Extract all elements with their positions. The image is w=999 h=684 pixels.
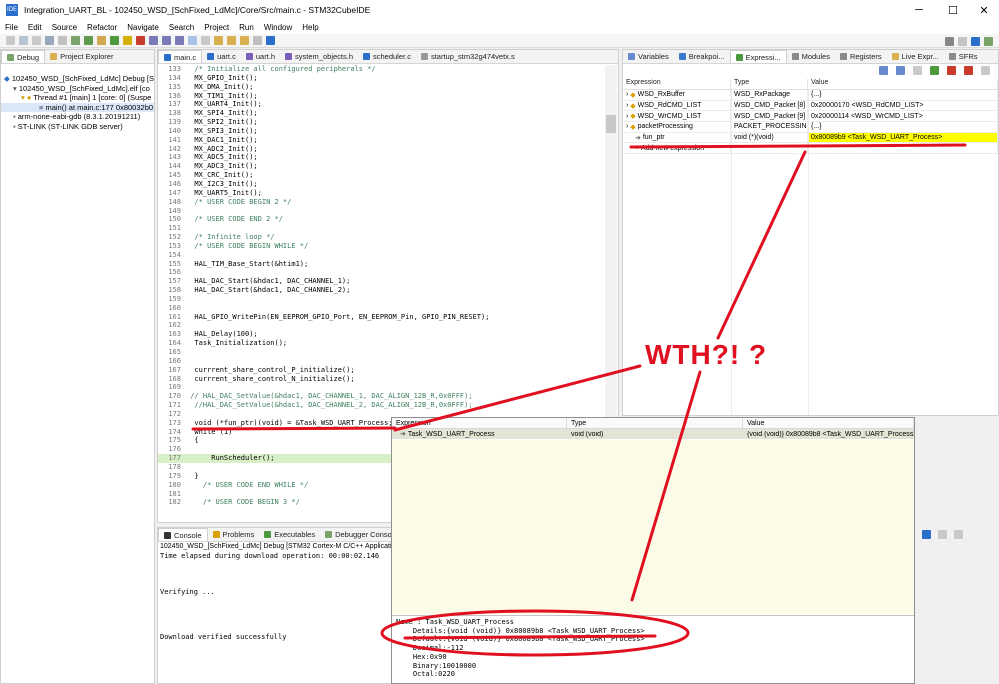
arrow-to-expressions — [716, 150, 807, 340]
underline-details — [403, 634, 657, 640]
arrow-to-details — [630, 370, 702, 602]
arrow-to-code — [393, 364, 642, 432]
underline-fun-ptr-value — [629, 143, 967, 149]
underline-declaration — [191, 426, 397, 431]
annotation-text: WTH?! ? — [645, 339, 768, 370]
circle-details — [380, 609, 690, 657]
annotation-overlay — [191, 143, 967, 657]
